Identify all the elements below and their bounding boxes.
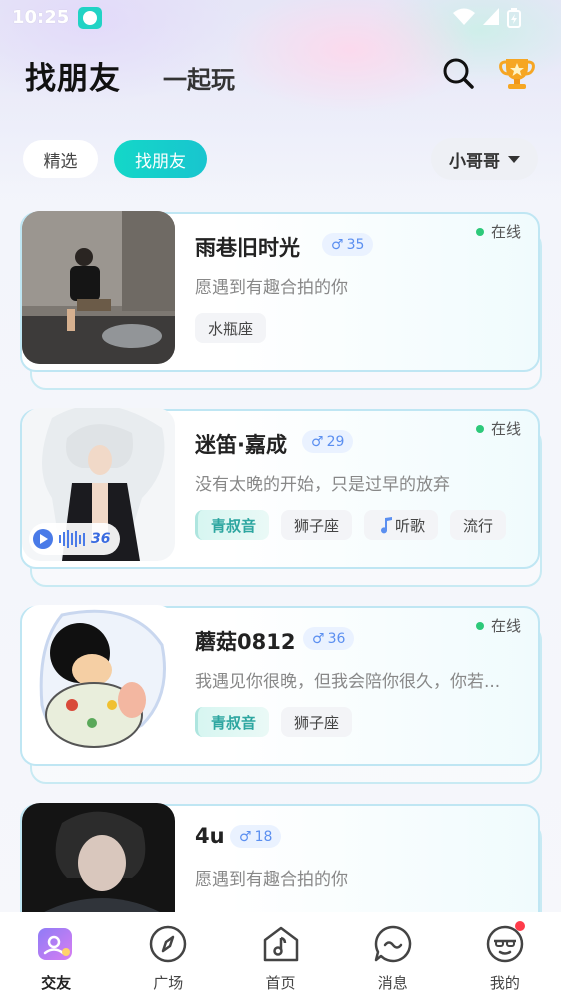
- chip-featured[interactable]: 精选: [23, 140, 98, 178]
- compass-icon: [150, 925, 187, 963]
- nav-item-square[interactable]: 广场: [112, 912, 224, 999]
- male-icon: ♂: [311, 433, 324, 450]
- online-label: 在线: [491, 420, 522, 438]
- tag-voice-type: 青叔音: [195, 707, 270, 737]
- profile-bio: 愿遇到有趣合拍的你: [195, 870, 348, 890]
- male-icon: ♂: [312, 630, 325, 647]
- wifi-icon: [453, 8, 475, 25]
- age-badge: ♂ 29: [302, 430, 354, 453]
- nav-item-messages[interactable]: 消息: [337, 912, 449, 999]
- nav-item-me[interactable]: 我的: [449, 912, 561, 999]
- nav-label-friends: 交友: [41, 974, 72, 992]
- tag-zodiac: 水瓶座: [195, 313, 267, 343]
- nav-label-me: 我的: [489, 974, 520, 992]
- search-icon[interactable]: [440, 55, 476, 91]
- tag-list: 青叔音 狮子座 听歌 流行: [195, 510, 507, 540]
- page-title[interactable]: 找朋友: [25, 53, 121, 98]
- avatar[interactable]: [22, 605, 175, 758]
- tag-music: 听歌: [364, 510, 439, 540]
- music-note-icon: [381, 517, 393, 534]
- online-status: 在线: [476, 418, 521, 439]
- profile-name: 4u: [195, 824, 225, 848]
- age-value: 35: [346, 236, 365, 253]
- age-value: 36: [327, 630, 346, 647]
- tag-genre: 流行: [450, 510, 507, 540]
- status-icons: [453, 8, 521, 28]
- waveform-icon: [59, 530, 85, 548]
- online-dot-icon: [476, 227, 484, 236]
- male-icon: ♂: [331, 236, 344, 253]
- gender-filter-dropdown[interactable]: 小哥哥: [431, 138, 538, 180]
- nav-label-square: 广场: [153, 974, 184, 992]
- age-badge: ♂ 36: [303, 627, 355, 650]
- profile-card[interactable]: 雨巷旧时光 ♂ 35 在线 愿遇到有趣合拍的你 水瓶座: [20, 211, 542, 390]
- online-status: 在线: [476, 221, 521, 242]
- profile-name: 蘑菇0812: [195, 630, 296, 654]
- tag-zodiac: 狮子座: [281, 707, 353, 737]
- nav-item-home[interactable]: 首页: [224, 912, 336, 999]
- notification-dot: [514, 921, 525, 931]
- age-value: 18: [254, 828, 273, 845]
- age-badge: ♂ 35: [322, 233, 374, 256]
- age-value: 29: [326, 433, 345, 450]
- online-label: 在线: [491, 617, 522, 635]
- tag-list: 青叔音 狮子座: [195, 707, 353, 737]
- online-dot-icon: [476, 424, 484, 433]
- online-dot-icon: [476, 621, 484, 630]
- tag-voice-type: 青叔音: [195, 510, 270, 540]
- age-badge: ♂ 18: [230, 825, 282, 848]
- bottom-nav: 交友 广场 首页 消息 我的: [0, 912, 561, 999]
- signal-icon: [483, 8, 499, 25]
- voice-duration: 36: [91, 531, 111, 547]
- profile-bio: 我遇见你很晚，但我会陪你很久，你若...: [195, 672, 501, 692]
- profile-bio: 没有太晚的开始，只是过早的放弃: [195, 475, 450, 495]
- battery-icon: [507, 8, 521, 28]
- profile-bio: 愿遇到有趣合拍的你: [195, 278, 348, 298]
- tag-list: 水瓶座: [195, 313, 267, 343]
- profile-card[interactable]: 36 迷笛·嘉成 ♂ 29 在线 没有太晚的开始，只是过早的放弃 青叔音 狮子座…: [20, 408, 542, 587]
- message-icon: [374, 925, 411, 963]
- tag-music-label: 听歌: [395, 516, 426, 535]
- app-notification-icon: [78, 7, 102, 29]
- caret-down-icon: [508, 155, 520, 163]
- nav-label-home: 首页: [265, 974, 296, 992]
- male-icon: ♂: [239, 828, 252, 845]
- voice-intro-player[interactable]: 36: [29, 523, 120, 555]
- tag-zodiac: 狮子座: [281, 510, 353, 540]
- home-music-icon: [263, 926, 298, 962]
- profile-name: 迷笛·嘉成: [195, 433, 287, 457]
- nav-item-friends[interactable]: 交友: [0, 912, 112, 999]
- trophy-icon[interactable]: [497, 53, 537, 93]
- play-icon[interactable]: [33, 529, 53, 549]
- nav-label-messages: 消息: [377, 974, 408, 992]
- profile-name: 雨巷旧时光: [195, 236, 300, 260]
- online-label: 在线: [491, 223, 522, 241]
- friends-icon: [38, 928, 73, 960]
- profile-card[interactable]: 蘑菇0812 ♂ 36 在线 我遇见你很晚，但我会陪你很久，你若... 青叔音 …: [20, 605, 542, 784]
- avatar[interactable]: [22, 211, 175, 364]
- online-status: 在线: [476, 615, 521, 636]
- status-bar: 10:25: [0, 0, 561, 36]
- gender-filter-value: 小哥哥: [449, 151, 500, 172]
- status-time: 10:25: [12, 7, 70, 28]
- tab-play-together[interactable]: 一起玩: [163, 60, 235, 95]
- chip-find-friends[interactable]: 找朋友: [114, 140, 207, 178]
